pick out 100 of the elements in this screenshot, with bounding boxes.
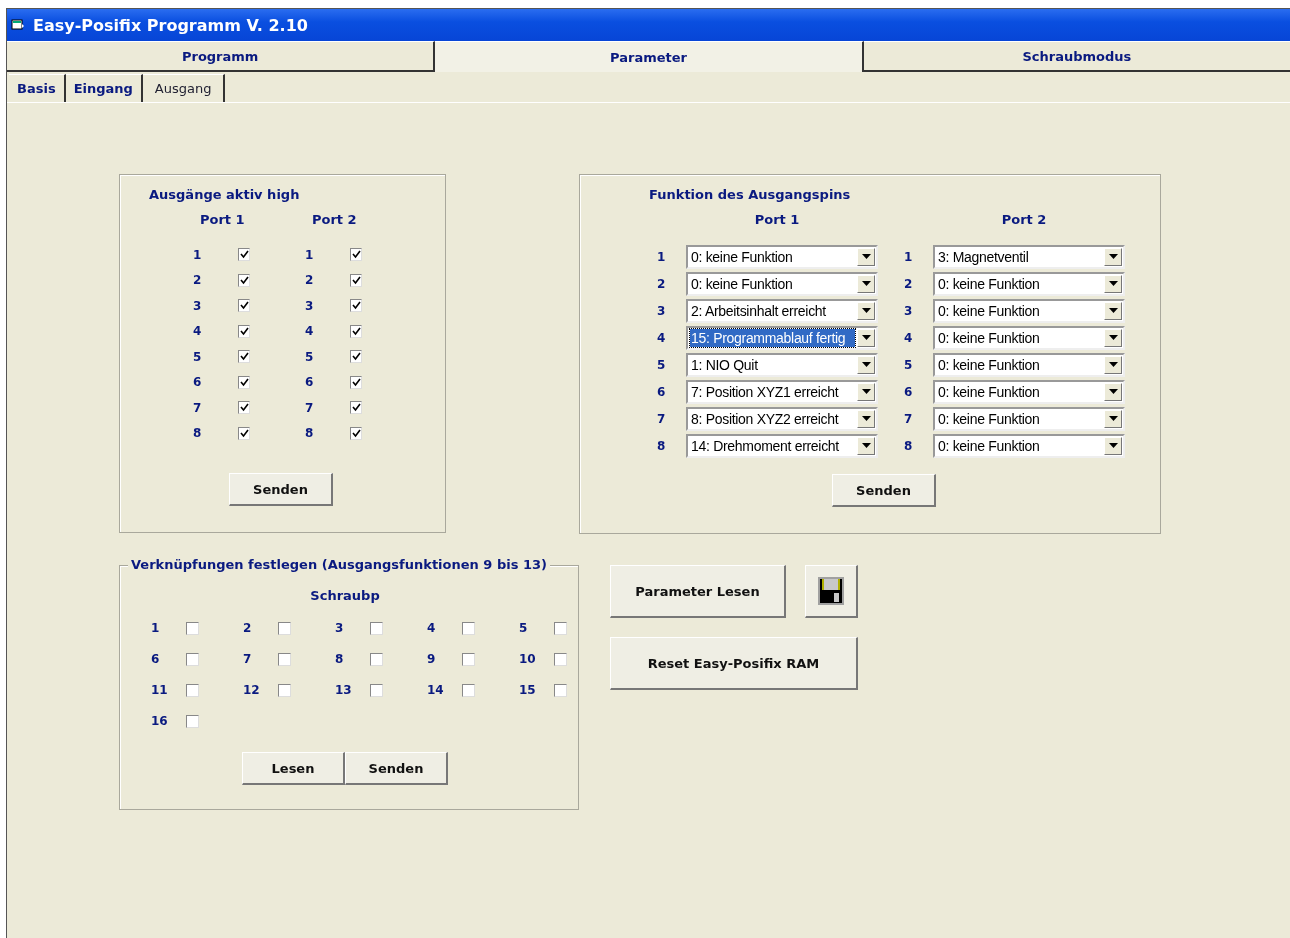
- sub-tab[interactable]: Eingang: [65, 74, 143, 102]
- link-button[interactable]: Lesen: [242, 752, 345, 785]
- checkbox[interactable]: [350, 248, 362, 262]
- send-button[interactable]: Senden: [832, 474, 936, 507]
- pin-number: 4: [656, 330, 667, 345]
- dropdown[interactable]: 3: Magnetventil: [933, 244, 1125, 269]
- link-number: 4: [427, 621, 437, 635]
- floppy-disk-icon: [818, 577, 844, 605]
- pin-number: 1: [656, 249, 667, 264]
- link-number: 12: [243, 683, 261, 697]
- main-tab[interactable]: Programm: [7, 41, 436, 72]
- checkbox[interactable]: [350, 324, 362, 338]
- link-number: 10: [519, 652, 537, 666]
- pin-number: 8: [656, 438, 667, 453]
- checkbox[interactable]: [350, 375, 362, 389]
- dropdown[interactable]: 0: keine Funktion: [933, 352, 1125, 377]
- link-number: 9: [427, 652, 437, 666]
- window-icon: [11, 19, 25, 31]
- checkbox[interactable]: [186, 652, 199, 666]
- checkbox[interactable]: [554, 621, 567, 635]
- checkbox[interactable]: [370, 683, 383, 697]
- checkbox[interactable]: [238, 248, 250, 262]
- panel-title: Funktion des Ausgangspins: [648, 186, 852, 204]
- sub-tab[interactable]: Basis: [9, 74, 66, 102]
- dropdown[interactable]: 0: keine Funktion: [933, 325, 1125, 350]
- main-tab[interactable]: Schraubmodus: [863, 41, 1290, 72]
- pin-number: 2: [304, 273, 315, 288]
- checkbox[interactable]: [554, 652, 567, 666]
- main-tab[interactable]: Parameter: [435, 41, 864, 72]
- pin-number: 6: [903, 384, 914, 399]
- pin-number: 6: [304, 375, 315, 390]
- checkbox[interactable]: [350, 299, 362, 313]
- pin-number: 6: [192, 375, 203, 390]
- dropdown[interactable]: 0: keine Funktion: [933, 298, 1125, 323]
- checkbox[interactable]: [462, 621, 475, 635]
- pin-number: 4: [192, 324, 203, 339]
- port-label: Port 1: [753, 212, 801, 229]
- pin-number: 1: [903, 249, 914, 264]
- pin-number: 1: [192, 247, 203, 262]
- checkbox[interactable]: [278, 652, 291, 666]
- checkbox[interactable]: [278, 683, 291, 697]
- checkbox[interactable]: [238, 401, 250, 415]
- dropdown[interactable]: 0: keine Funktion: [933, 433, 1125, 458]
- pin-number: 2: [903, 276, 914, 291]
- checkbox[interactable]: [350, 273, 362, 287]
- pin-number: 2: [656, 276, 667, 291]
- save-button[interactable]: [805, 565, 858, 618]
- dropdown[interactable]: 0: keine Funktion: [933, 379, 1125, 404]
- checkbox[interactable]: [350, 426, 362, 440]
- link-number: 6: [151, 652, 161, 666]
- checkbox[interactable]: [554, 683, 567, 697]
- port-label: Port 1: [199, 212, 246, 229]
- pin-number: 4: [304, 324, 315, 339]
- panel-title: Ausgänge aktiv high: [148, 186, 301, 204]
- panel-title: Verknüpfungen festlegen (Ausgangsfunktionen 9 bis 13): [128, 557, 550, 572]
- checkbox[interactable]: [238, 426, 250, 440]
- port-label: Port 2: [311, 212, 358, 229]
- dropdown[interactable]: 0: keine Funktion: [933, 406, 1125, 431]
- dropdown[interactable]: 0: keine Funktion: [933, 271, 1125, 296]
- checkbox[interactable]: [238, 299, 250, 313]
- pin-number: 5: [192, 349, 203, 364]
- checkbox[interactable]: [238, 273, 250, 287]
- checkbox[interactable]: [350, 350, 362, 364]
- pin-number: 3: [304, 298, 315, 313]
- dropdown[interactable]: 2: Arbeitsinhalt erreicht: [686, 298, 878, 323]
- dropdown[interactable]: 0: keine Funktion: [686, 244, 878, 269]
- link-number: 5: [519, 621, 529, 635]
- dropdown[interactable]: 14: Drehmoment erreicht: [686, 433, 878, 458]
- pin-number: 7: [903, 411, 914, 426]
- group-heading: Schraubp: [309, 588, 381, 605]
- pin-number: 6: [656, 384, 667, 399]
- dropdown[interactable]: 15: Programmablauf fertig: [686, 325, 878, 350]
- dropdown[interactable]: 8: Position XYZ2 erreicht: [686, 406, 878, 431]
- sub-tab[interactable]: Ausgang: [142, 74, 226, 102]
- pin-number: 4: [903, 330, 914, 345]
- checkbox[interactable]: [278, 621, 291, 635]
- read-button[interactable]: Parameter Lesen: [610, 565, 786, 618]
- checkbox[interactable]: [350, 401, 362, 415]
- checkbox[interactable]: [238, 350, 250, 364]
- checkbox[interactable]: [238, 375, 250, 389]
- checkbox[interactable]: [186, 683, 199, 697]
- send-button[interactable]: Senden: [229, 473, 333, 506]
- checkbox[interactable]: [238, 324, 250, 338]
- checkbox[interactable]: [370, 621, 383, 635]
- checkbox[interactable]: [186, 714, 199, 728]
- pin-number: 1: [304, 247, 315, 262]
- checkbox[interactable]: [370, 652, 383, 666]
- link-number: 2: [243, 621, 253, 635]
- pin-number: 5: [304, 349, 315, 364]
- link-number: 13: [335, 683, 353, 697]
- checkbox[interactable]: [186, 621, 199, 635]
- link-button[interactable]: Senden: [345, 752, 448, 785]
- checkbox[interactable]: [462, 652, 475, 666]
- link-number: 11: [151, 683, 169, 697]
- dropdown[interactable]: 1: NIO Quit: [686, 352, 878, 377]
- pin-number: 8: [192, 426, 203, 441]
- reset-button[interactable]: Reset Easy-Posifix RAM: [610, 637, 858, 690]
- dropdown[interactable]: 0: keine Funktion: [686, 271, 878, 296]
- checkbox[interactable]: [462, 683, 475, 697]
- dropdown[interactable]: 7: Position XYZ1 erreicht: [686, 379, 878, 404]
